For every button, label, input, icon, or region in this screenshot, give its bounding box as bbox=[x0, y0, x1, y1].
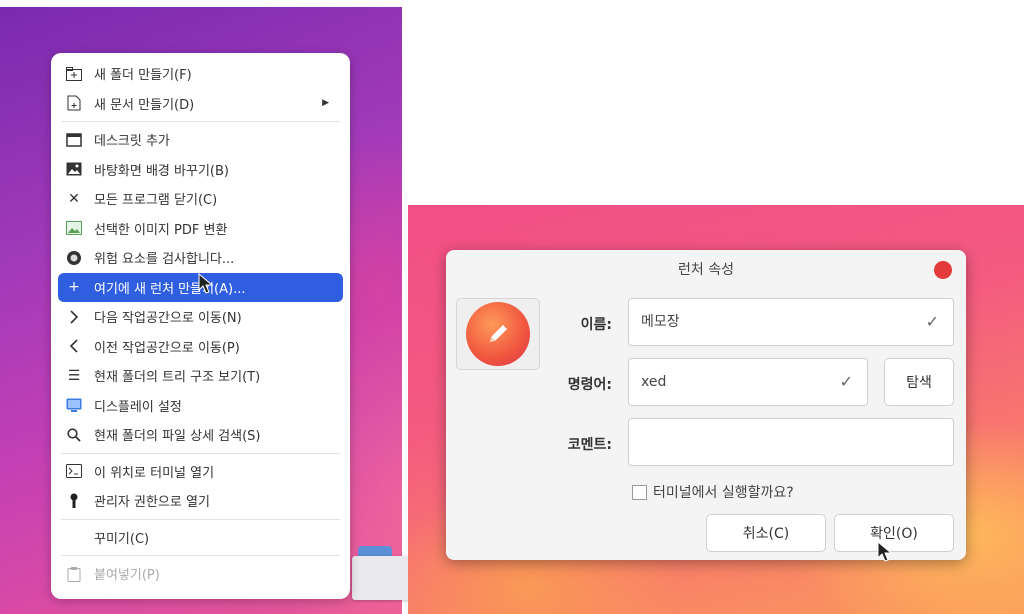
comment-label: 코멘트: bbox=[567, 437, 612, 453]
terminal-icon bbox=[63, 460, 85, 482]
check-icon: ✓ bbox=[839, 372, 853, 391]
menu-item-display-settings[interactable]: 디스플레이 설정 bbox=[58, 391, 343, 421]
menu-separator bbox=[61, 121, 340, 122]
launcher-icon-button[interactable] bbox=[456, 298, 540, 370]
check-icon: ✓ bbox=[925, 312, 939, 331]
close-button[interactable] bbox=[934, 261, 952, 279]
command-field[interactable]: xed ✓ bbox=[628, 358, 868, 406]
menu-item-label: 새 폴더 만들기(F) bbox=[94, 68, 192, 84]
menu-item-label: 이 위치로 터미널 열기 bbox=[94, 465, 215, 481]
menu-item-label: 현재 폴더의 트리 구조 보기(T) bbox=[94, 370, 261, 386]
desktop-folder-icon[interactable] bbox=[352, 540, 412, 600]
menu-item-next-workspace[interactable]: 다음 작업공간으로 이동(N) bbox=[58, 302, 343, 332]
menu-item-label: 관리자 권한으로 열기 bbox=[94, 495, 210, 511]
ok-button-label: 확인(O) bbox=[870, 526, 918, 542]
menu-item-label: 여기에 새 런처 만들기(A)... bbox=[94, 281, 246, 297]
list-icon: ☰ bbox=[67, 367, 81, 384]
menu-item-new-document[interactable]: 새 문서 만들기(D) ▶ bbox=[58, 89, 343, 119]
new-folder-icon bbox=[63, 63, 85, 85]
new-document-icon bbox=[63, 92, 85, 114]
menu-item-label: 모든 프로그램 닫기(C) bbox=[94, 193, 218, 209]
menu-item-change-wallpaper[interactable]: 바탕화면 배경 바꾸기(B) bbox=[58, 155, 343, 185]
menu-item-add-desklet[interactable]: 데스크릿 추가 bbox=[58, 125, 343, 155]
browse-button-label: 탐색 bbox=[906, 375, 932, 391]
menu-item-new-folder[interactable]: 새 폴더 만들기(F) bbox=[58, 59, 343, 89]
chevron-right-icon bbox=[63, 306, 85, 328]
name-field[interactable]: 메모장 ✓ bbox=[628, 298, 954, 346]
menu-item-close-all[interactable]: ✕ 모든 프로그램 닫기(C) bbox=[58, 184, 343, 214]
menu-item-label: 데스크릿 추가 bbox=[94, 134, 170, 150]
shield-scan-icon bbox=[63, 247, 85, 269]
command-label: 명령어: bbox=[567, 377, 612, 393]
desklet-icon bbox=[63, 129, 85, 151]
menu-item-customize[interactable]: 꾸미기(C) bbox=[58, 523, 343, 553]
menu-item-label: 현재 폴더의 파일 상세 검색(S) bbox=[94, 429, 261, 445]
menu-separator bbox=[61, 452, 340, 454]
menu-item-label: 바탕화면 배경 바꾸기(B) bbox=[94, 163, 229, 179]
terminal-option[interactable]: 터미널에서 실행할까요? bbox=[632, 482, 794, 502]
menu-separator bbox=[61, 555, 340, 556]
terminal-checkbox-label: 터미널에서 실행할까요? bbox=[653, 485, 794, 501]
menu-item-label: 붙여넣기(P) bbox=[94, 568, 160, 584]
folder-body bbox=[352, 556, 412, 600]
menu-item-label: 선택한 이미지 PDF 변환 bbox=[94, 222, 228, 238]
close-icon: ✕ bbox=[68, 190, 80, 207]
ok-button[interactable]: 확인(O) bbox=[834, 514, 954, 552]
search-icon bbox=[63, 424, 85, 446]
menu-item-scan-threats[interactable]: 위험 요소를 검사합니다... bbox=[58, 243, 343, 273]
clipboard-icon bbox=[63, 563, 85, 585]
name-label: 이름: bbox=[580, 317, 612, 333]
menu-item-label: 이전 작업공간으로 이동(P) bbox=[94, 340, 240, 356]
dialog-title: 런처 속성 bbox=[678, 262, 734, 278]
menu-item-image-pdf[interactable]: 선택한 이미지 PDF 변환 bbox=[58, 214, 343, 244]
cancel-button-label: 취소(C) bbox=[742, 526, 790, 542]
command-value: xed bbox=[641, 374, 667, 390]
plus-icon: + bbox=[68, 279, 80, 296]
menu-item-label: 다음 작업공간으로 이동(N) bbox=[94, 311, 242, 327]
key-icon bbox=[63, 490, 85, 512]
name-value: 메모장 bbox=[641, 314, 680, 330]
chevron-left-icon bbox=[63, 335, 85, 357]
comment-field[interactable] bbox=[628, 418, 954, 466]
menu-item-open-terminal[interactable]: 이 위치로 터미널 열기 bbox=[58, 457, 343, 487]
pencil-icon bbox=[466, 302, 530, 366]
menu-item-tree-view[interactable]: ☰ 현재 폴더의 트리 구조 보기(T) bbox=[58, 361, 343, 391]
menu-separator bbox=[61, 518, 340, 520]
context-menu: 새 폴더 만들기(F) 새 문서 만들기(D) ▶ 데스크릿 추가 바탕화면 배… bbox=[51, 53, 350, 599]
display-icon bbox=[63, 394, 85, 416]
menu-item-label: 위험 요소를 검사합니다... bbox=[94, 252, 235, 268]
browse-button[interactable]: 탐색 bbox=[884, 358, 954, 406]
menu-item-prev-workspace[interactable]: 이전 작업공간으로 이동(P) bbox=[58, 332, 343, 362]
image-icon bbox=[63, 217, 85, 239]
wallpaper-icon bbox=[63, 158, 85, 180]
menu-item-paste[interactable]: 붙여넣기(P) bbox=[58, 559, 343, 589]
submenu-arrow-icon: ▶ bbox=[322, 98, 329, 109]
menu-item-label: 디스플레이 설정 bbox=[94, 399, 182, 415]
menu-item-label: 새 문서 만들기(D) bbox=[94, 97, 195, 113]
cancel-button[interactable]: 취소(C) bbox=[706, 514, 826, 552]
menu-item-label: 꾸미기(C) bbox=[94, 531, 150, 547]
menu-item-new-launcher[interactable]: + 여기에 새 런처 만들기(A)... bbox=[58, 272, 343, 302]
terminal-checkbox[interactable] bbox=[632, 484, 647, 500]
menu-item-file-search[interactable]: 현재 폴더의 파일 상세 검색(S) bbox=[58, 420, 343, 450]
menu-item-open-as-admin[interactable]: 관리자 권한으로 열기 bbox=[58, 486, 343, 516]
